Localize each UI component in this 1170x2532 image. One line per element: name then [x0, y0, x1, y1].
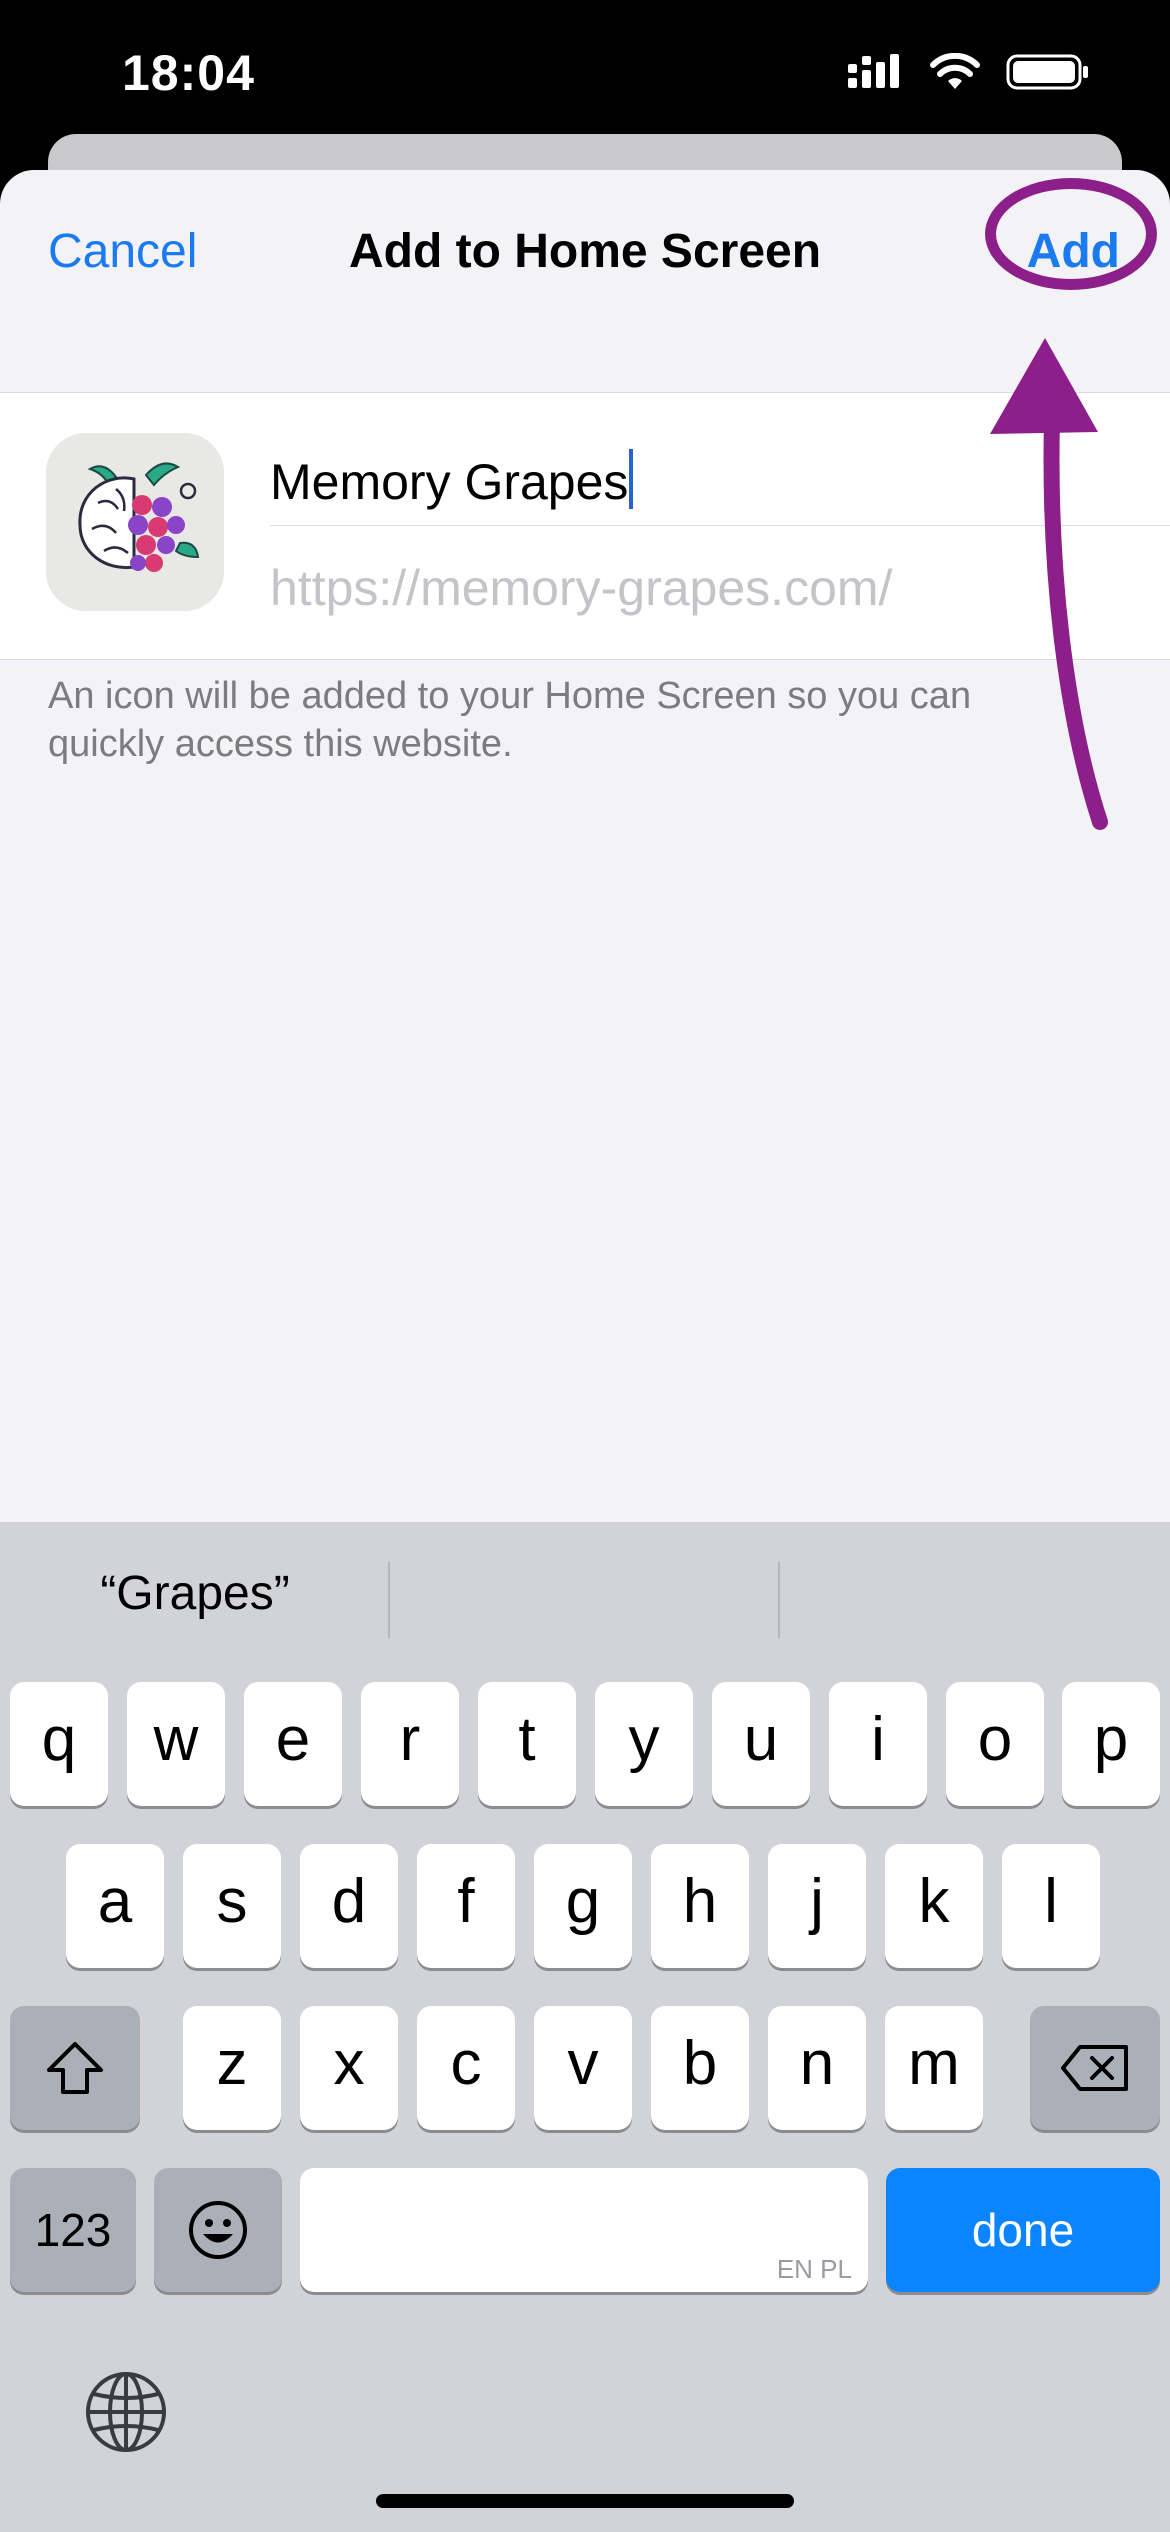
- key-g[interactable]: g: [534, 1844, 632, 1968]
- key-b[interactable]: b: [651, 2006, 749, 2130]
- home-indicator: [376, 2494, 794, 2508]
- key-p[interactable]: p: [1062, 1682, 1160, 1806]
- keyboard-languages: EN PL: [776, 2254, 852, 2284]
- space-key[interactable]: EN PL: [300, 2168, 868, 2292]
- key-d[interactable]: d: [300, 1844, 398, 1968]
- backspace-icon: [1061, 2044, 1128, 2091]
- key-t[interactable]: t: [478, 1682, 576, 1806]
- key-w[interactable]: w: [127, 1682, 225, 1806]
- battery-icon: [1006, 54, 1088, 90]
- key-v[interactable]: v: [534, 2006, 632, 2130]
- key-k[interactable]: k: [885, 1844, 983, 1968]
- status-bar: 18:04: [0, 0, 1170, 140]
- key-u[interactable]: u: [712, 1682, 810, 1806]
- key-s[interactable]: s: [183, 1844, 281, 1968]
- emoji-key[interactable]: [154, 2168, 282, 2292]
- key-x[interactable]: x: [300, 2006, 398, 2130]
- backspace-key[interactable]: [1030, 2006, 1160, 2130]
- key-y[interactable]: y: [595, 1682, 693, 1806]
- wifi-icon: [930, 53, 980, 89]
- key-l[interactable]: l: [1002, 1844, 1100, 1968]
- emoji-icon: [189, 2200, 247, 2259]
- numbers-key[interactable]: 123: [10, 2168, 136, 2292]
- suggestion-divider: [778, 1562, 780, 1638]
- key-n[interactable]: n: [768, 2006, 866, 2130]
- key-z[interactable]: z: [183, 2006, 281, 2130]
- key-i[interactable]: i: [829, 1682, 927, 1806]
- status-icons: [846, 52, 1090, 92]
- suggestion-bar: “Grapes”: [0, 1522, 1170, 1672]
- key-j[interactable]: j: [768, 1844, 866, 1968]
- shift-key[interactable]: [10, 2006, 140, 2130]
- suggestion-divider: [388, 1562, 390, 1638]
- key-q[interactable]: q: [10, 1682, 108, 1806]
- status-time: 18:04: [122, 45, 255, 101]
- key-r[interactable]: r: [361, 1682, 459, 1806]
- shift-icon: [47, 2041, 103, 2094]
- done-key[interactable]: done: [886, 2168, 1160, 2292]
- globe-icon[interactable]: [84, 2370, 168, 2454]
- annotation-arrow: [990, 338, 1108, 830]
- keyboard: “Grapes” q w e r t y u i o p a s d f g h…: [0, 1522, 1170, 2532]
- key-e[interactable]: e: [244, 1682, 342, 1806]
- key-f[interactable]: f: [417, 1844, 515, 1968]
- key-o[interactable]: o: [946, 1682, 1044, 1806]
- key-c[interactable]: c: [417, 2006, 515, 2130]
- suggestion-item[interactable]: “Grapes”: [0, 1566, 390, 1621]
- key-m[interactable]: m: [885, 2006, 983, 2130]
- key-h[interactable]: h: [651, 1844, 749, 1968]
- cellular-signal-icon: [848, 54, 899, 88]
- key-a[interactable]: a: [66, 1844, 164, 1968]
